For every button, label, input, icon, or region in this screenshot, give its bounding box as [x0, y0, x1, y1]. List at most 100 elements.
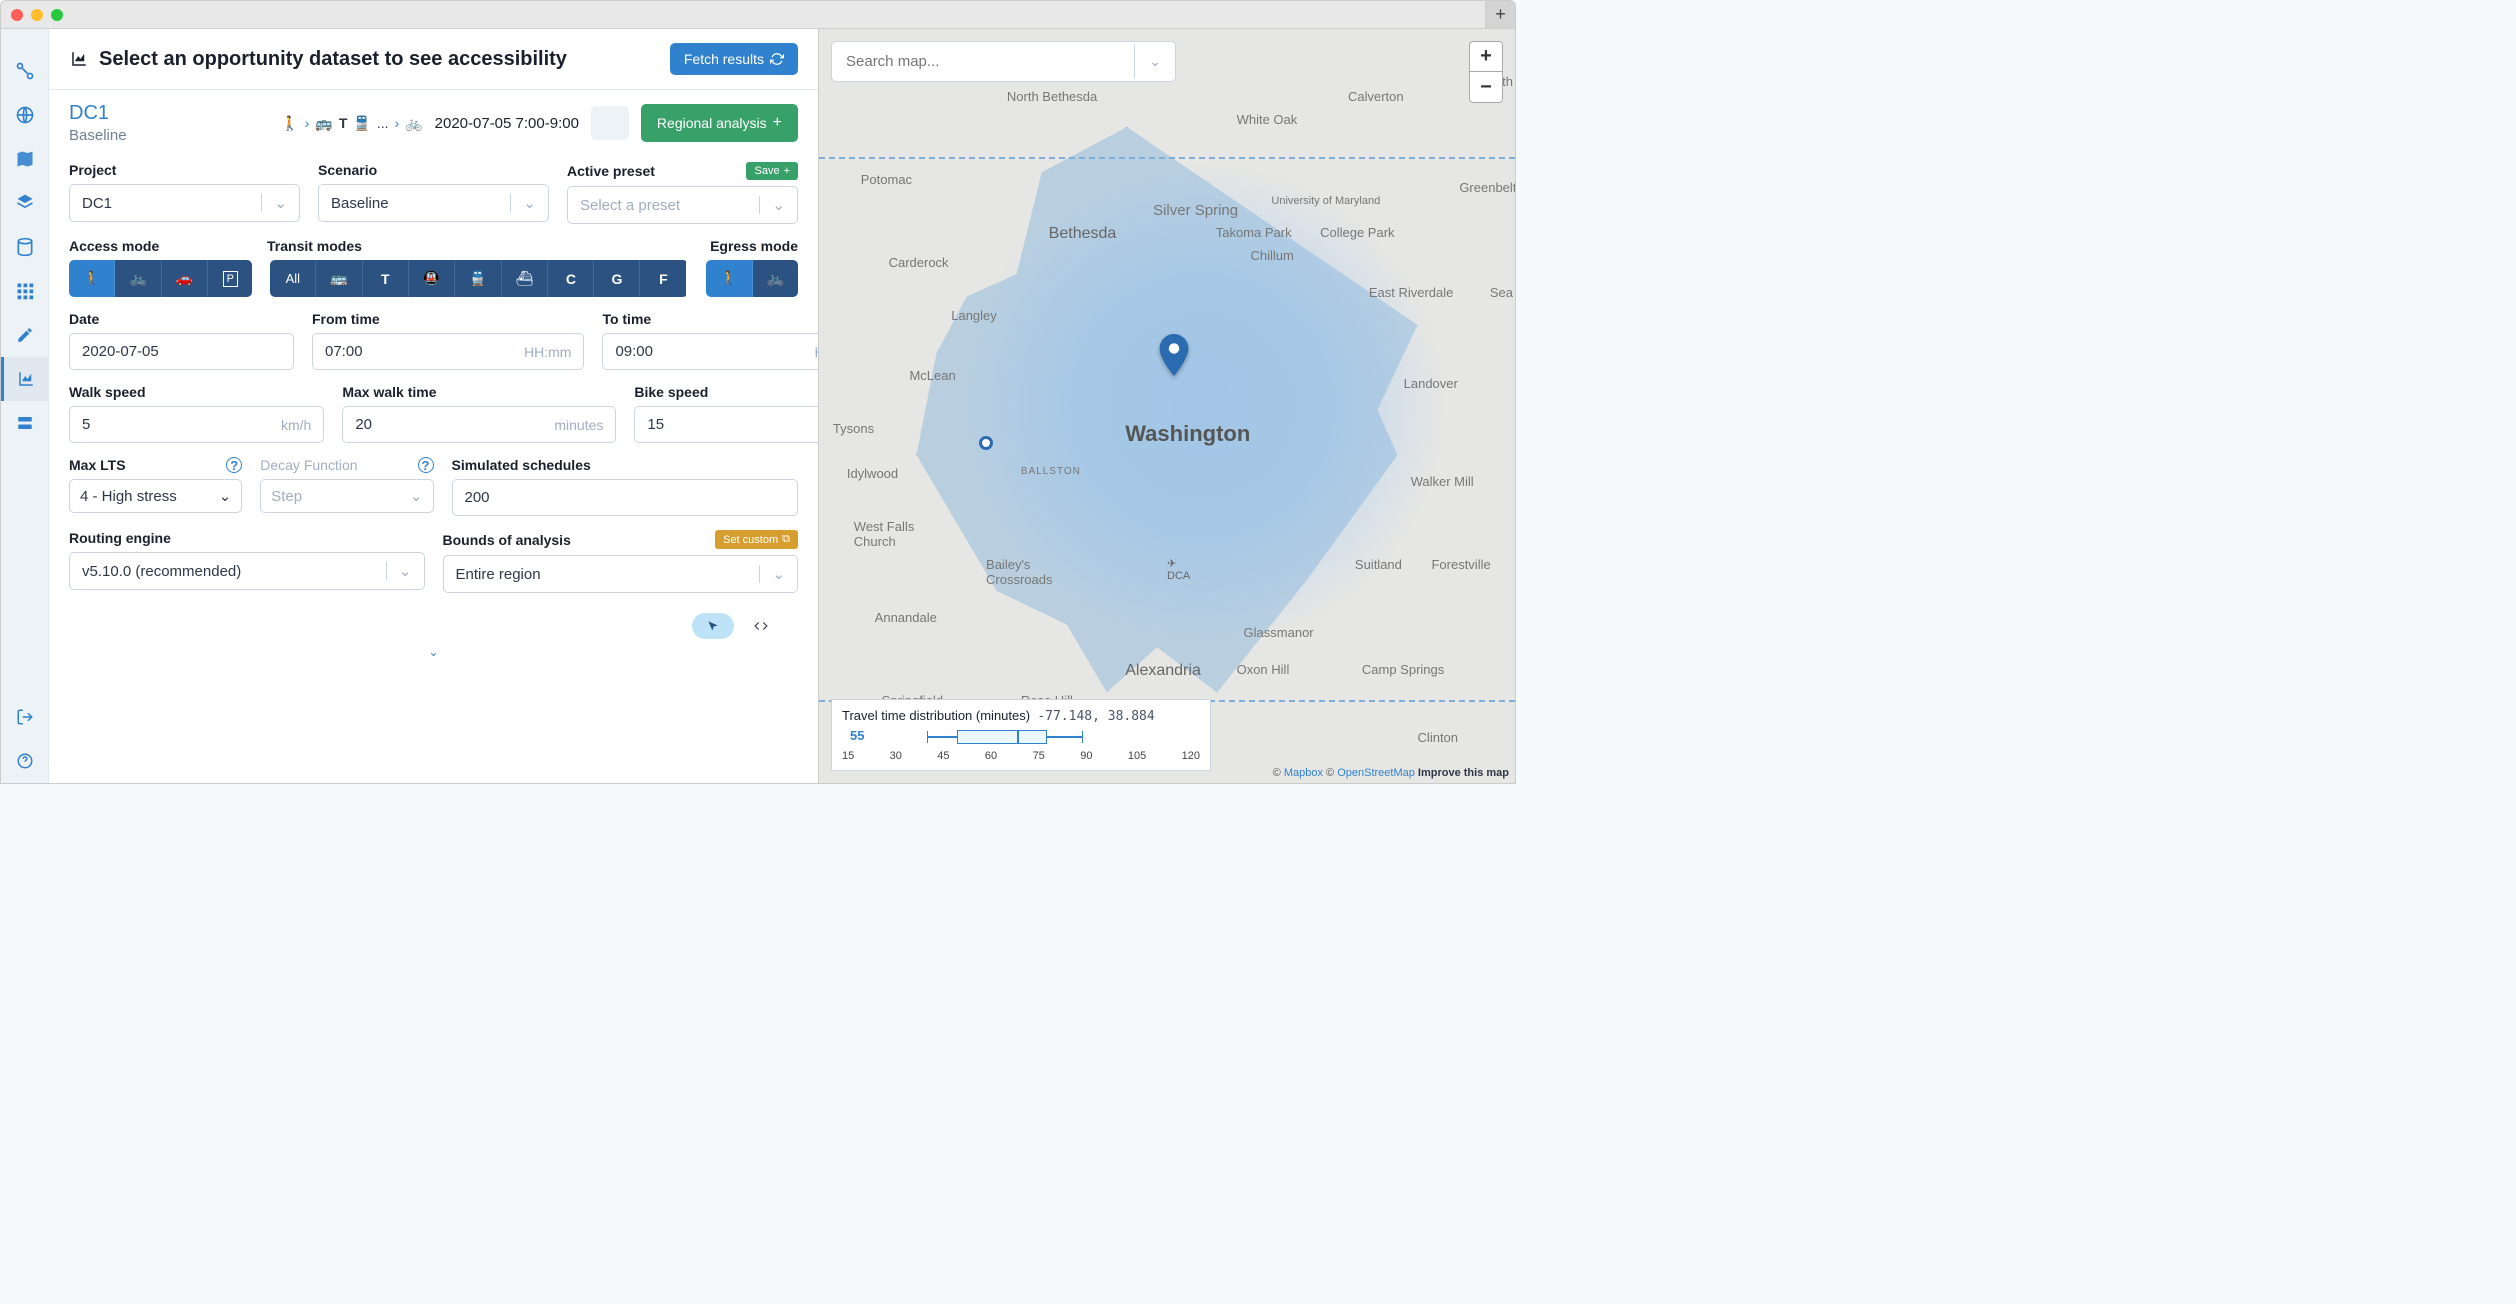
nav-chart-icon[interactable]	[1, 357, 49, 401]
chevron-down-icon: ⌄	[386, 562, 412, 580]
chevron-down-icon: ⌄	[759, 565, 785, 583]
preset-select[interactable]: Select a preset⌄	[567, 186, 798, 224]
map-view[interactable]: Washington Bethesda Silver Spring Alexan…	[819, 29, 1515, 783]
egress-walk-button[interactable]: 🚶	[706, 260, 752, 297]
window-titlebar: +	[1, 1, 1515, 29]
map-pin[interactable]	[1158, 334, 1190, 376]
chevron-right-icon: ›	[305, 115, 310, 131]
access-car-button[interactable]: 🚗	[162, 260, 208, 297]
access-bike-button[interactable]: 🚲	[115, 260, 161, 297]
mapbox-link[interactable]: Mapbox	[1284, 767, 1323, 779]
nav-globe-icon[interactable]	[1, 93, 49, 137]
download-icon	[603, 116, 617, 130]
zoom-out-button[interactable]: −	[1470, 72, 1502, 102]
nav-database-icon[interactable]	[1, 225, 49, 269]
nav-edit-icon[interactable]	[1, 313, 49, 357]
code-mode-button[interactable]	[744, 613, 778, 639]
scenario-label: Scenario	[318, 162, 549, 178]
transit-all-button[interactable]: All	[270, 260, 316, 297]
nav-layers-icon[interactable]	[1, 181, 49, 225]
transit-funicular-button[interactable]: F	[640, 260, 686, 297]
scenario-select[interactable]: Baseline⌄	[318, 184, 549, 222]
access-park-button[interactable]: P	[208, 260, 252, 297]
scenario-subtitle: Baseline	[69, 127, 127, 144]
nav-map-icon[interactable]	[1, 137, 49, 181]
mode-summary-icons: 🚶 › 🚌 T 🚆 ... › 🚲	[281, 115, 422, 132]
transit-subway-button[interactable]: 🚇	[409, 260, 455, 297]
access-walk-button[interactable]: 🚶	[69, 260, 115, 297]
chevron-down-icon: ⌄	[261, 194, 287, 212]
refresh-icon	[770, 52, 784, 66]
transit-bus-button[interactable]: 🚌	[316, 260, 362, 297]
bounds-select[interactable]: Entire region⌄	[443, 555, 799, 593]
chevron-down-icon[interactable]: ⌄	[1134, 45, 1175, 78]
zoom-control: + −	[1469, 41, 1503, 103]
regional-analysis-button[interactable]: Regional analysis +	[641, 104, 798, 142]
download-button[interactable]	[591, 106, 629, 140]
boxplot: 55	[842, 728, 1200, 746]
airport-icon: ✈DCA	[1167, 557, 1190, 582]
access-mode-label: Access mode	[69, 238, 159, 254]
map-search[interactable]: ⌄	[831, 41, 1176, 82]
bike-speed-input[interactable]	[647, 407, 846, 442]
zoom-in-button[interactable]: +	[1470, 42, 1502, 72]
boxplot-axis: 153045607590105120	[842, 750, 1200, 762]
max-walk-input[interactable]	[355, 407, 554, 442]
from-time-input[interactable]	[325, 334, 524, 369]
simulated-input[interactable]	[452, 479, 799, 516]
map-search-input[interactable]	[832, 42, 1134, 81]
osm-link[interactable]: OpenStreetMap	[1337, 767, 1415, 779]
new-tab-button[interactable]: +	[1485, 1, 1515, 28]
transit-ferry-button[interactable]: ⛴	[502, 260, 549, 297]
map-attribution: © Mapbox © OpenStreetMap Improve this ma…	[1273, 767, 1509, 779]
simulated-label: Simulated schedules	[452, 457, 799, 473]
fetch-results-button[interactable]: Fetch results	[670, 43, 798, 75]
routing-label: Routing engine	[69, 530, 425, 546]
nav-network-icon[interactable]	[1, 49, 49, 93]
bus-icon: 🚌	[315, 115, 332, 132]
nav-server-icon[interactable]	[1, 401, 49, 445]
routing-select[interactable]: v5.10.0 (recommended)⌄	[69, 552, 425, 590]
expand-panel-button[interactable]: ⌄	[69, 639, 798, 659]
transit-gondola-button[interactable]: G	[594, 260, 640, 297]
chevron-down-icon: ⌄	[410, 487, 423, 505]
train-icon: 🚆	[353, 115, 370, 132]
set-custom-bounds-button[interactable]: Set custom ⧉	[715, 530, 798, 549]
transit-cablecar-button[interactable]: C	[548, 260, 594, 297]
help-icon[interactable]: ?	[418, 457, 434, 473]
egress-mode-group: 🚶 🚲	[706, 260, 798, 297]
save-preset-button[interactable]: Save +	[746, 162, 798, 180]
max-lts-select[interactable]: 4 - High stress⌄	[69, 479, 242, 513]
egress-bike-button[interactable]: 🚲	[753, 260, 798, 297]
help-icon[interactable]: ?	[226, 457, 242, 473]
walk-speed-input[interactable]	[82, 407, 281, 442]
transit-tram-button[interactable]: T	[363, 260, 409, 297]
access-mode-group: 🚶 🚲 🚗 P	[69, 260, 252, 297]
scenario-name[interactable]: DC1	[69, 102, 127, 125]
date-input[interactable]	[69, 333, 294, 370]
nav-help-icon[interactable]	[1, 739, 49, 783]
close-window-icon[interactable]	[11, 9, 23, 21]
walk-speed-label: Walk speed	[69, 384, 324, 400]
from-time-label: From time	[312, 311, 584, 327]
chevron-right-icon: ›	[395, 115, 400, 131]
to-time-input[interactable]	[615, 334, 814, 369]
pointer-mode-button[interactable]	[692, 613, 734, 639]
nav-logout-icon[interactable]	[1, 695, 49, 739]
nav-grid-icon[interactable]	[1, 269, 49, 313]
panel-title: Select an opportunity dataset to see acc…	[69, 48, 567, 71]
decay-select[interactable]: Step⌄	[260, 479, 433, 513]
project-select[interactable]: DC1⌄	[69, 184, 300, 222]
minimize-window-icon[interactable]	[31, 9, 43, 21]
project-label: Project	[69, 162, 300, 178]
chevron-down-icon: ⌄	[510, 194, 536, 212]
settings-panel: Select an opportunity dataset to see acc…	[49, 29, 819, 783]
pointer-icon	[706, 619, 720, 633]
bike-icon: 🚲	[405, 115, 422, 132]
max-walk-label: Max walk time	[342, 384, 616, 400]
transit-rail-button[interactable]: 🚆	[455, 260, 501, 297]
maximize-window-icon[interactable]	[51, 9, 63, 21]
improve-map-link[interactable]: Improve this map	[1418, 767, 1509, 779]
date-label: Date	[69, 311, 294, 327]
chevron-down-icon: ⌄	[759, 196, 785, 214]
